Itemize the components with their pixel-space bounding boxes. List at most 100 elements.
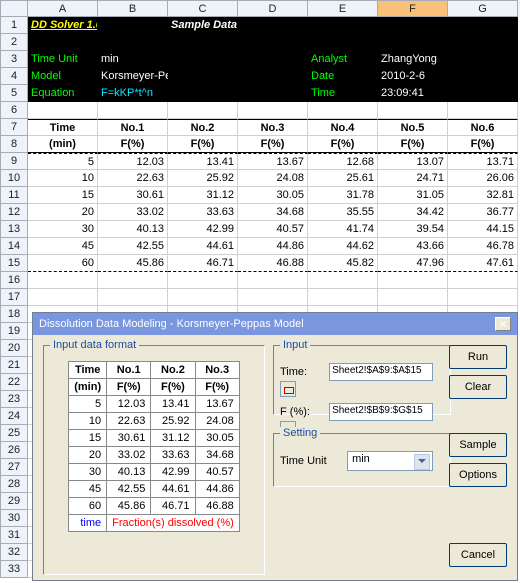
dialog-titlebar[interactable]: Dissolution Data Modeling - Korsmeyer-Pe… <box>33 313 517 335</box>
data-cell[interactable]: 34.68 <box>238 204 308 221</box>
row-32[interactable]: 32 <box>0 544 28 561</box>
data-cell[interactable]: 12.68 <box>308 153 378 170</box>
row-19[interactable]: 19 <box>0 323 28 340</box>
meta-time[interactable]: 23:09:41 <box>378 85 448 102</box>
row-5[interactable]: 5 <box>0 85 28 102</box>
meta-timeunit[interactable]: min <box>98 51 168 68</box>
refedit-icon[interactable] <box>280 381 296 397</box>
data-time[interactable]: 15 <box>28 187 98 204</box>
data-cell[interactable]: 13.41 <box>168 153 238 170</box>
options-button[interactable]: Options <box>449 463 507 487</box>
select-timeunit[interactable]: min <box>347 451 433 471</box>
th-f6[interactable]: F(%) <box>448 136 518 153</box>
data-cell[interactable]: 12.03 <box>98 153 168 170</box>
col-F[interactable]: F <box>378 0 448 17</box>
th-time[interactable]: Time <box>28 119 98 136</box>
data-time[interactable]: 30 <box>28 221 98 238</box>
data-cell[interactable]: 25.92 <box>168 170 238 187</box>
data-cell[interactable]: 44.86 <box>238 238 308 255</box>
data-cell[interactable]: 31.05 <box>378 187 448 204</box>
data-cell[interactable]: 44.62 <box>308 238 378 255</box>
th-no3[interactable]: No.3 <box>238 119 308 136</box>
data-cell[interactable]: 13.71 <box>448 153 518 170</box>
row-27[interactable]: 27 <box>0 459 28 476</box>
data-cell[interactable]: 44.15 <box>448 221 518 238</box>
cancel-button[interactable]: Cancel <box>449 543 507 567</box>
th-no6[interactable]: No.6 <box>448 119 518 136</box>
data-cell[interactable]: 36.77 <box>448 204 518 221</box>
row-12[interactable]: 12 <box>0 204 28 221</box>
row-21[interactable]: 21 <box>0 357 28 374</box>
data-cell[interactable]: 24.71 <box>378 170 448 187</box>
row-23[interactable]: 23 <box>0 391 28 408</box>
data-cell[interactable]: 13.07 <box>378 153 448 170</box>
row-6[interactable]: 6 <box>0 102 28 119</box>
data-cell[interactable]: 34.42 <box>378 204 448 221</box>
data-cell[interactable]: 40.57 <box>238 221 308 238</box>
row-26[interactable]: 26 <box>0 442 28 459</box>
th-f4[interactable]: F(%) <box>308 136 378 153</box>
data-time[interactable]: 10 <box>28 170 98 187</box>
sample-button[interactable]: Sample <box>449 433 507 457</box>
th-f1[interactable]: F(%) <box>98 136 168 153</box>
row-8[interactable]: 8 <box>0 136 28 153</box>
row-33[interactable]: 33 <box>0 561 28 578</box>
th-f2[interactable]: F(%) <box>168 136 238 153</box>
row-18[interactable]: 18 <box>0 306 28 323</box>
col-A[interactable]: A <box>28 0 98 17</box>
data-time[interactable]: 5 <box>28 153 98 170</box>
data-cell[interactable]: 43.66 <box>378 238 448 255</box>
row-22[interactable]: 22 <box>0 374 28 391</box>
row-31[interactable]: 31 <box>0 527 28 544</box>
meta-analyst[interactable]: ZhangYong <box>378 51 448 68</box>
data-cell[interactable]: 41.74 <box>308 221 378 238</box>
data-cell[interactable]: 30.61 <box>98 187 168 204</box>
row-7[interactable]: 7 <box>0 119 28 136</box>
row-10[interactable]: 10 <box>0 170 28 187</box>
data-cell[interactable]: 47.96 <box>378 255 448 272</box>
data-cell[interactable]: 26.06 <box>448 170 518 187</box>
row-9[interactable]: 9 <box>0 153 28 170</box>
data-time[interactable]: 60 <box>28 255 98 272</box>
close-icon[interactable]: ✕ <box>495 317 511 331</box>
row-3[interactable]: 3 <box>0 51 28 68</box>
row-15[interactable]: 15 <box>0 255 28 272</box>
row-25[interactable]: 25 <box>0 425 28 442</box>
input-f-range[interactable]: Sheet2!$B$9:$G$15 <box>329 403 433 421</box>
row-30[interactable]: 30 <box>0 510 28 527</box>
meta-date[interactable]: 2010-2-6 <box>378 68 448 85</box>
th-no1[interactable]: No.1 <box>98 119 168 136</box>
data-cell[interactable]: 24.08 <box>238 170 308 187</box>
col-D[interactable]: D <box>238 0 308 17</box>
col-E[interactable]: E <box>308 0 378 17</box>
data-cell[interactable]: 40.13 <box>98 221 168 238</box>
input-time-range[interactable]: Sheet2!$A$9:$A$15 <box>329 363 433 381</box>
row-17[interactable]: 17 <box>0 289 28 306</box>
th-f3[interactable]: F(%) <box>238 136 308 153</box>
data-time[interactable]: 45 <box>28 238 98 255</box>
data-cell[interactable]: 31.12 <box>168 187 238 204</box>
data-cell[interactable]: 30.05 <box>238 187 308 204</box>
data-cell[interactable]: 39.54 <box>378 221 448 238</box>
data-cell[interactable]: 46.88 <box>238 255 308 272</box>
col-G[interactable]: G <box>448 0 518 17</box>
data-time[interactable]: 20 <box>28 204 98 221</box>
clear-button[interactable]: Clear <box>449 375 507 399</box>
row-14[interactable]: 14 <box>0 238 28 255</box>
th-no4[interactable]: No.4 <box>308 119 378 136</box>
row-29[interactable]: 29 <box>0 493 28 510</box>
run-button[interactable]: Run <box>449 345 507 369</box>
data-cell[interactable]: 13.67 <box>238 153 308 170</box>
data-cell[interactable]: 33.02 <box>98 204 168 221</box>
data-cell[interactable]: 33.63 <box>168 204 238 221</box>
data-cell[interactable]: 22.63 <box>98 170 168 187</box>
col-B[interactable]: B <box>98 0 168 17</box>
row-11[interactable]: 11 <box>0 187 28 204</box>
th-no2[interactable]: No.2 <box>168 119 238 136</box>
data-cell[interactable]: 47.61 <box>448 255 518 272</box>
meta-model[interactable]: Korsmeyer-Peppas <box>98 68 168 85</box>
data-cell[interactable]: 45.86 <box>98 255 168 272</box>
row-28[interactable]: 28 <box>0 476 28 493</box>
th-min[interactable]: (min) <box>28 136 98 153</box>
data-cell[interactable]: 42.55 <box>98 238 168 255</box>
